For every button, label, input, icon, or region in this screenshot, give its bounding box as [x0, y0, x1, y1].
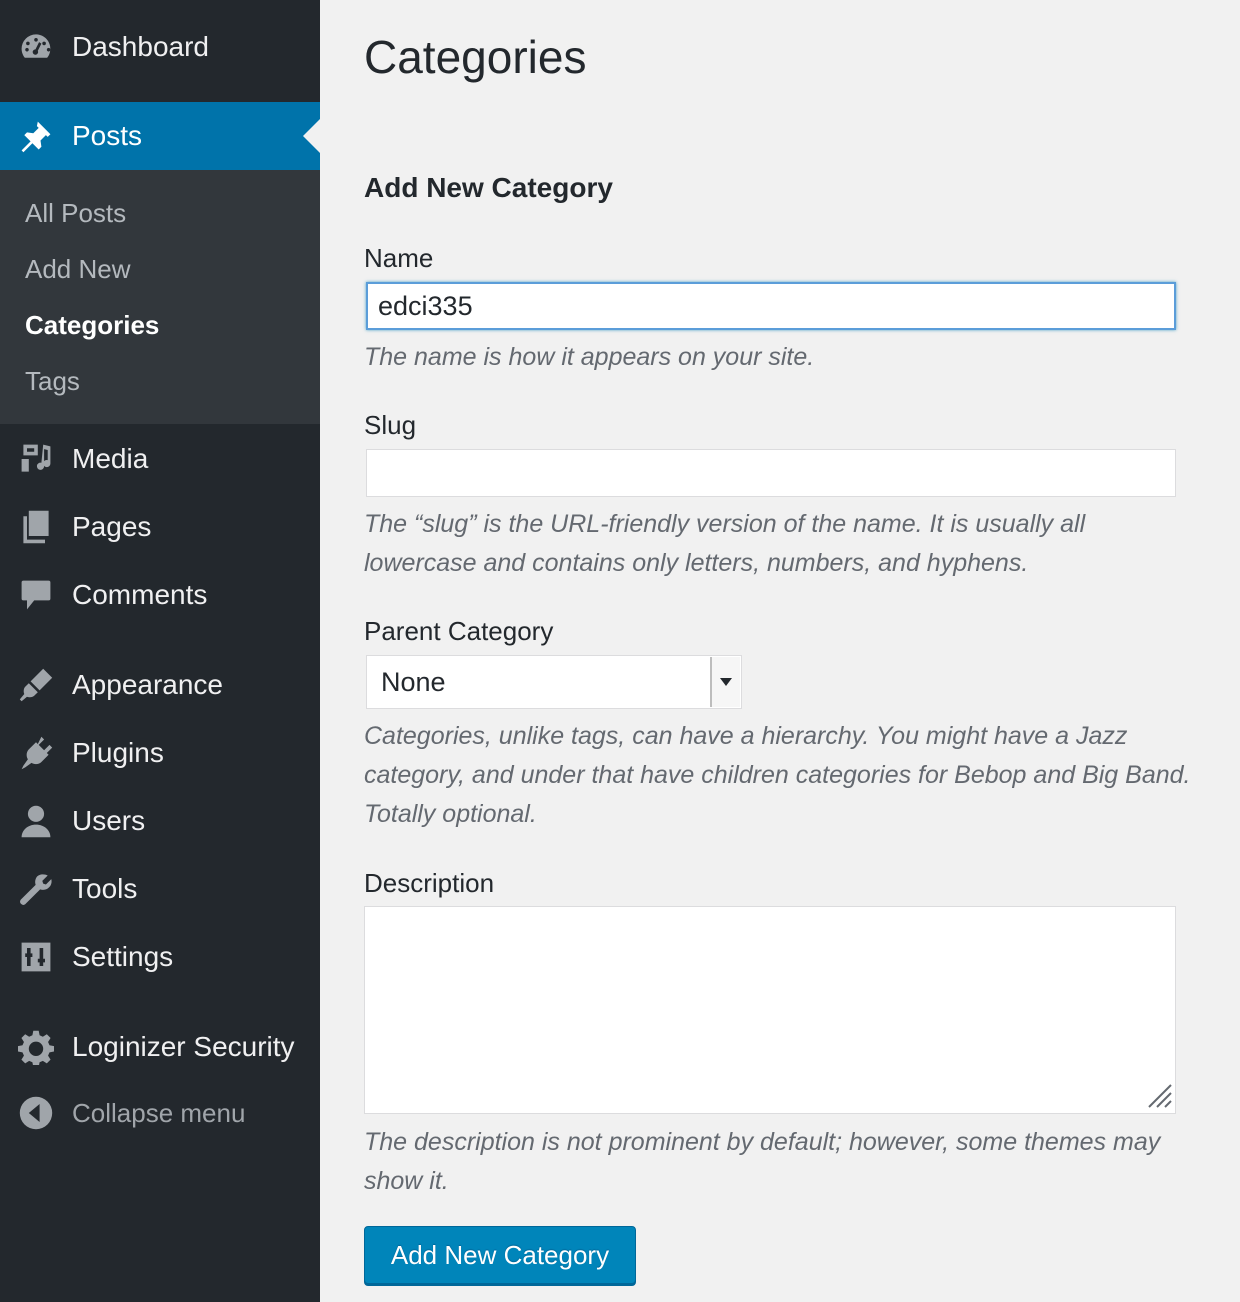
menu-label: Dashboard	[72, 31, 209, 62]
menu-item-posts[interactable]: Posts	[0, 102, 320, 170]
pages-icon	[16, 507, 56, 547]
collapse-arrow-icon	[16, 1093, 56, 1133]
menu-item-comments[interactable]: Comments	[0, 564, 320, 626]
chevron-down-icon	[710, 657, 740, 707]
menu-label: Appearance	[72, 669, 224, 700]
comment-icon	[16, 575, 56, 615]
name-input[interactable]	[366, 282, 1176, 330]
description-help-text: The description is not prominent by defa…	[364, 1128, 1161, 1195]
wrench-icon	[16, 869, 56, 909]
parent-category-help-text: Categories, unlike tags, can have a hier…	[364, 722, 1191, 828]
collapse-menu-button[interactable]: Collapse menu	[0, 1084, 320, 1142]
collapse-menu-label: Collapse menu	[72, 1097, 246, 1128]
description-textarea[interactable]	[364, 906, 1176, 1114]
slug-help-text: The “slug” is the URL-friendly version o…	[364, 510, 1086, 577]
add-new-category-button[interactable]: Add New Category	[364, 1226, 636, 1284]
submenu-item-add-new[interactable]: Add New	[25, 254, 131, 285]
menu-item-dashboard[interactable]: Dashboard	[0, 14, 320, 80]
page-title: Categories	[364, 31, 587, 83]
menu-label: Comments	[72, 579, 208, 610]
admin-sidebar: Dashboard Posts All Posts Add New Catego…	[0, 0, 320, 1302]
dashboard-icon	[16, 27, 56, 67]
description-label: Description	[364, 868, 495, 898]
slug-input[interactable]	[366, 449, 1176, 497]
menu-item-pages[interactable]: Pages	[0, 496, 320, 558]
slug-label: Slug	[364, 410, 417, 440]
parent-category-label: Parent Category	[364, 616, 554, 646]
menu-label: Loginizer Security	[72, 1031, 295, 1062]
menu-item-media[interactable]: Media	[0, 428, 320, 490]
menu-item-plugins[interactable]: Plugins	[0, 722, 320, 784]
menu-label: Plugins	[72, 737, 164, 768]
submenu-item-all-posts[interactable]: All Posts	[25, 198, 126, 229]
menu-label: Users	[72, 805, 146, 836]
menu-item-users[interactable]: Users	[0, 790, 320, 852]
menu-item-appearance[interactable]: Appearance	[0, 654, 320, 716]
gear-icon	[16, 1027, 56, 1067]
submenu-item-categories[interactable]: Categories	[25, 310, 159, 341]
menu-label: Pages	[72, 511, 152, 542]
form-title: Add New Category	[364, 172, 613, 203]
media-icon	[16, 439, 56, 479]
menu-item-loginizer-security[interactable]: Loginizer Security	[0, 1016, 320, 1078]
resize-handle-icon[interactable]	[1144, 1080, 1172, 1108]
user-icon	[16, 801, 56, 841]
name-help-text: The name is how it appears on your site.	[364, 343, 815, 371]
posts-submenu: All Posts Add New Categories Tags	[0, 170, 320, 424]
name-label: Name	[364, 243, 434, 273]
menu-label: Posts	[72, 120, 143, 151]
plug-icon	[16, 733, 56, 773]
sliders-icon	[16, 937, 56, 977]
menu-label: Tools	[72, 873, 138, 904]
menu-label: Settings	[72, 941, 174, 972]
menu-item-tools[interactable]: Tools	[0, 858, 320, 920]
menu-item-settings[interactable]: Settings	[0, 926, 320, 988]
pin-icon	[16, 116, 56, 156]
paintbrush-icon	[16, 665, 56, 705]
parent-category-value: None	[381, 666, 446, 697]
parent-category-select[interactable]: None	[366, 655, 742, 709]
menu-label: Media	[72, 443, 149, 474]
submenu-item-tags[interactable]: Tags	[25, 366, 80, 397]
